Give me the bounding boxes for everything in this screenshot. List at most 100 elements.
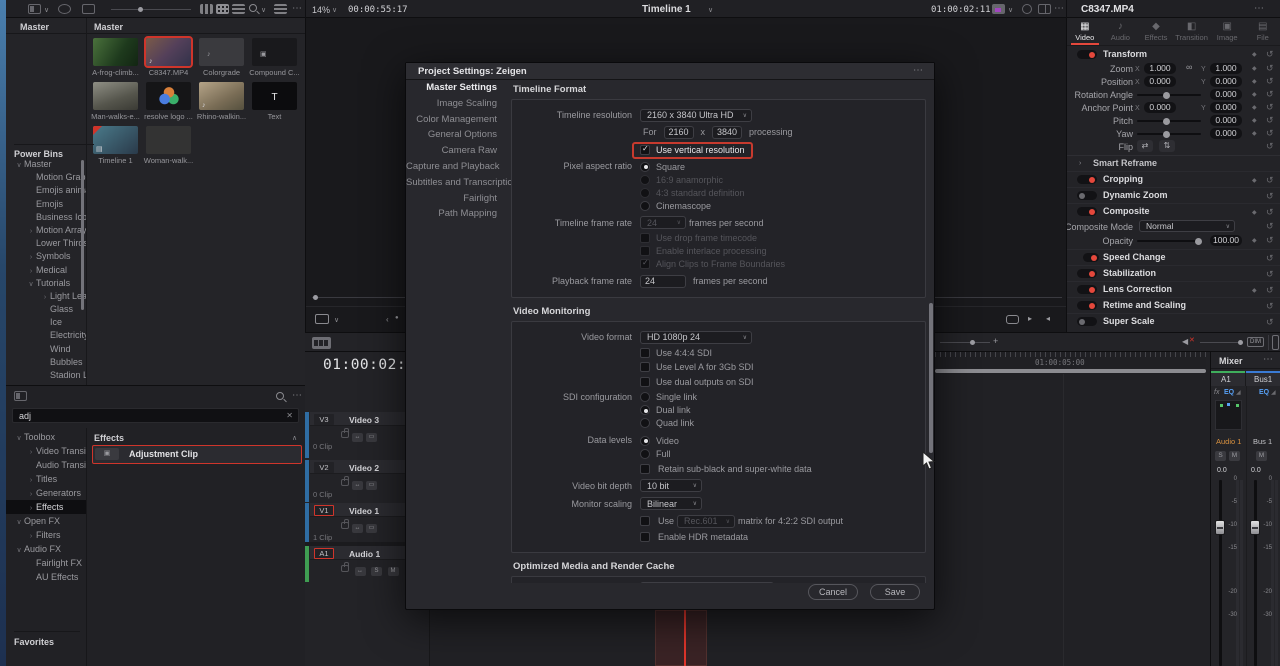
prev-frame-icon[interactable]: ◂ <box>1046 314 1050 323</box>
a1-fader-value[interactable]: 0.0 <box>1217 467 1227 474</box>
effects-tree-item[interactable]: › Filters <box>6 528 86 542</box>
effects-tree-item[interactable]: › Generators <box>6 486 86 500</box>
bin-item[interactable]: Ice <box>6 316 86 329</box>
dialog-options-icon[interactable]: ⋯ <box>913 65 924 76</box>
search-icon[interactable] <box>249 4 257 12</box>
track-name[interactable]: Audio 1 <box>349 549 380 559</box>
gamut-overlay-icon[interactable] <box>315 314 329 324</box>
bin-item[interactable]: ∨ Tutorials <box>6 277 86 290</box>
cropping-section[interactable]: Cropping ◆ ↺ <box>1067 171 1280 187</box>
dialog-nav-item[interactable]: Subtitles and Transcription <box>406 175 518 191</box>
inspector-tab[interactable]: ▣ Image <box>1209 18 1245 45</box>
speaker-icon[interactable]: ◀ <box>1182 337 1188 346</box>
dialog-nav-item[interactable]: Camera Raw <box>406 143 511 159</box>
radio-option[interactable]: Video <box>640 435 679 447</box>
reset-icon[interactable]: ↺ <box>1266 76 1274 87</box>
save-button[interactable]: Save <box>870 584 920 600</box>
list-view-icon[interactable] <box>232 4 245 14</box>
clip-thumbnail[interactable]: ♪ <box>199 82 244 110</box>
inspector-tab[interactable]: ◧ Transition <box>1174 18 1210 45</box>
reset-icon[interactable]: ↺ <box>1266 115 1274 126</box>
checkbox-option[interactable]: Use Level A for 3Gb SDI <box>640 362 754 374</box>
checkbox-icon[interactable] <box>640 246 650 257</box>
tree-chevron-icon[interactable]: ∨ <box>14 159 24 171</box>
timeline-view-icon[interactable] <box>312 337 331 349</box>
a1-mute-button[interactable]: M <box>1229 451 1240 461</box>
media-clip[interactable]: Man-walks-e... <box>89 82 142 121</box>
keyframe-icon[interactable]: ◆ <box>1252 287 1257 294</box>
bus1-fader-value[interactable]: 0.0 <box>1251 467 1261 474</box>
tree-chevron-icon[interactable]: ∨ <box>14 432 24 444</box>
track-badge[interactable]: V1 <box>314 504 334 516</box>
playhead[interactable] <box>684 610 686 666</box>
reset-icon[interactable]: ↺ <box>1266 191 1274 202</box>
bin-item[interactable]: Bubbles <box>6 356 86 369</box>
radio-icon[interactable] <box>640 174 650 185</box>
radio-icon[interactable] <box>640 418 650 429</box>
dialog-nav-item[interactable]: Color Management <box>406 112 511 128</box>
radio-option[interactable]: 16:9 anamorphic <box>640 174 745 186</box>
checkbox-option[interactable]: Use drop frame timecode <box>640 233 785 245</box>
inspector-tab[interactable]: ♪ Audio <box>1103 18 1139 45</box>
viewer-options-icon[interactable]: ⋯ <box>1054 3 1065 14</box>
bin-item[interactable]: › Medical <box>6 264 86 277</box>
bus1-fader-track[interactable] <box>1254 480 1257 666</box>
radio-icon[interactable] <box>640 435 650 446</box>
keyframe-icon[interactable]: ◆ <box>1252 117 1257 124</box>
composite-section[interactable]: Composite ◆ ↺ <box>1067 203 1280 219</box>
camera-format-icon[interactable] <box>992 4 1005 14</box>
inspector-tab[interactable]: ▤ File <box>1245 18 1280 45</box>
a1-eq-button[interactable]: EQ <box>1224 389 1234 396</box>
lock-icon[interactable] <box>341 428 349 438</box>
chevron-down-icon[interactable]: ∨ <box>334 316 339 324</box>
tree-chevron-icon[interactable]: › <box>26 502 36 514</box>
reset-icon[interactable]: ↺ <box>1266 301 1274 312</box>
flip-horizontal-button[interactable]: ⇄ <box>1137 140 1153 152</box>
media-clip[interactable]: resolve logo ... <box>142 82 195 121</box>
track-name[interactable]: Video 1 <box>349 506 379 516</box>
reset-icon[interactable]: ↺ <box>1266 89 1274 100</box>
chevron-up-icon[interactable]: ∧ <box>292 434 297 442</box>
chevron-down-icon[interactable]: ∨ <box>332 6 337 14</box>
reset-icon[interactable]: ↺ <box>1266 285 1274 296</box>
clip-thumbnail[interactable]: ♪ <box>144 36 193 68</box>
stabilization-section[interactable]: Stabilization ↺ <box>1067 265 1280 281</box>
keyframe-icon[interactable]: ◆ <box>1252 78 1257 85</box>
bus1-mute-button[interactable]: M <box>1256 451 1267 461</box>
cropping-toggle[interactable] <box>1077 175 1097 184</box>
thumbnail-toggle-icon[interactable]: ▭ <box>366 481 377 490</box>
a1-strip-name[interactable]: Audio 1 <box>1216 437 1241 446</box>
adjustment-clip-item[interactable]: ▣ Adjustment Clip <box>92 445 302 464</box>
solo-button[interactable]: S <box>371 567 383 576</box>
chevron-right-icon[interactable]: › <box>1079 160 1081 167</box>
checkbox-option[interactable]: Use dual outputs on SDI <box>640 376 754 388</box>
position-y-input[interactable]: 0.000 <box>1210 76 1242 87</box>
inspector-options-icon[interactable]: ⋯ <box>1254 3 1265 14</box>
reset-icon[interactable]: ↺ <box>1266 235 1274 246</box>
radio-option[interactable]: Dual link <box>640 405 697 417</box>
effects-search-input[interactable] <box>19 410 259 422</box>
next-frame-icon[interactable]: ▸ <box>1028 314 1032 323</box>
transform-toggle[interactable] <box>1077 50 1097 59</box>
tree-chevron-icon[interactable]: › <box>26 446 36 458</box>
zoom-y-input[interactable]: 1.000 <box>1210 63 1242 74</box>
tree-chevron-icon[interactable]: ∨ <box>14 516 24 528</box>
yaw-input[interactable]: 0.000 <box>1210 128 1242 139</box>
loop-icon[interactable] <box>1006 315 1019 324</box>
radio-option[interactable]: Single link <box>640 392 697 404</box>
dynamic-zoom-toggle[interactable] <box>1077 191 1097 200</box>
track-name[interactable]: Video 3 <box>349 415 379 425</box>
fx-button[interactable]: fx <box>1214 389 1219 396</box>
retime-scaling-section[interactable]: Retime and Scaling ↺ <box>1067 297 1280 313</box>
zoom-in-icon[interactable]: + <box>993 336 998 346</box>
bin-item[interactable]: Electricity <box>6 329 86 342</box>
reset-icon[interactable]: ↺ <box>1266 128 1274 139</box>
effects-search-box[interactable]: ✕ <box>12 408 299 423</box>
effects-options-icon[interactable]: ⋯ <box>292 390 303 401</box>
super-scale-section[interactable]: Super Scale ↺ <box>1067 313 1280 329</box>
clip-thumbnail[interactable]: ♪ <box>199 38 244 66</box>
track-badge[interactable]: V2 <box>314 461 334 473</box>
use-vertical-resolution-checkbox[interactable] <box>640 144 650 155</box>
panel-toggle-icon[interactable] <box>28 4 41 14</box>
thumbnail-toggle-icon[interactable]: ▭ <box>366 524 377 533</box>
